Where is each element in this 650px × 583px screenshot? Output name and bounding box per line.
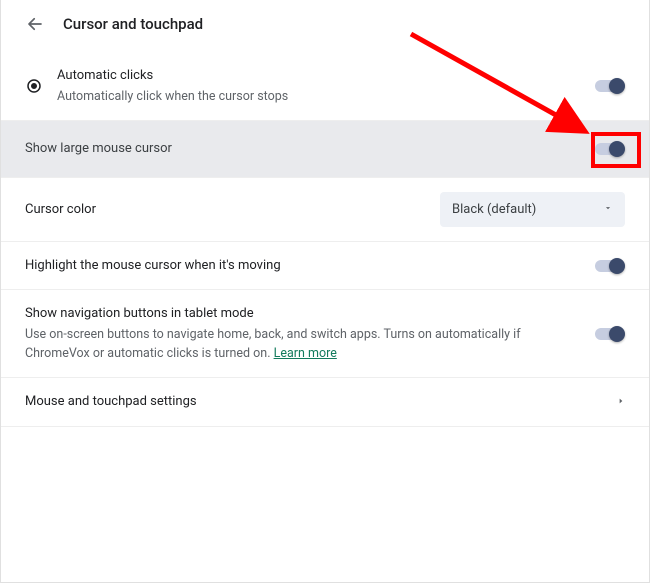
- back-button[interactable]: [25, 14, 45, 34]
- learn-more-link[interactable]: Learn more: [274, 346, 337, 361]
- row-cursor-color: Cursor color Black (default): [1, 178, 649, 242]
- row-highlight-moving: Highlight the mouse cursor when it's mov…: [1, 242, 649, 291]
- row-title: Show large mouse cursor: [25, 139, 595, 159]
- arrow-left-icon: [26, 15, 44, 33]
- page-title: Cursor and touchpad: [63, 15, 203, 33]
- row-automatic-clicks: Automatic clicks Automatically click whe…: [1, 44, 649, 121]
- row-title: Show navigation buttons in tablet mode: [25, 304, 579, 324]
- row-title: Highlight the mouse cursor when it's mov…: [25, 256, 595, 276]
- toggle-large-cursor[interactable]: [595, 143, 625, 155]
- row-subtitle: Use on-screen buttons to navigate home, …: [25, 326, 579, 364]
- target-icon: [25, 77, 57, 95]
- caret-down-icon: [603, 202, 613, 217]
- chevron-right-icon: [617, 395, 625, 410]
- settings-page: Cursor and touchpad Automatic clicks Aut…: [0, 0, 650, 583]
- row-title: Mouse and touchpad settings: [25, 392, 617, 412]
- row-subtitle: Automatically click when the cursor stop…: [57, 88, 595, 107]
- toggle-nav-buttons[interactable]: [595, 328, 625, 340]
- page-header: Cursor and touchpad: [1, 0, 649, 44]
- toggle-automatic-clicks[interactable]: [595, 80, 625, 92]
- select-value: Black (default): [452, 202, 536, 217]
- toggle-highlight-moving[interactable]: [595, 260, 625, 272]
- row-large-cursor: Show large mouse cursor: [1, 121, 649, 178]
- row-title: Cursor color: [25, 200, 440, 220]
- cursor-color-select[interactable]: Black (default): [440, 192, 625, 227]
- row-nav-buttons: Show navigation buttons in tablet mode U…: [1, 290, 649, 378]
- row-mouse-touchpad-settings[interactable]: Mouse and touchpad settings: [1, 378, 649, 427]
- row-title: Automatic clicks: [57, 66, 595, 86]
